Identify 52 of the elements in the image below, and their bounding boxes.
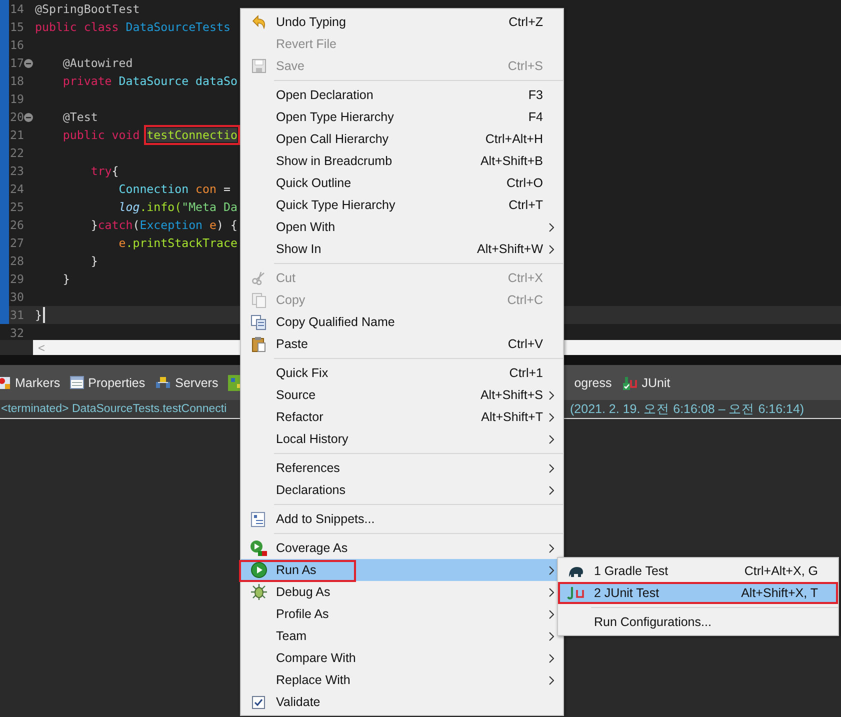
code-line: try{ bbox=[90, 164, 119, 178]
shortcut-label: Ctrl+Alt+H bbox=[485, 132, 543, 146]
line-number: 27 bbox=[9, 236, 24, 250]
line-number: 17 bbox=[9, 56, 24, 70]
line-number: 20 bbox=[9, 110, 24, 124]
line-number: 29 bbox=[9, 272, 24, 286]
shortcut-label: Ctrl+1 bbox=[509, 366, 543, 380]
line-number: 18 bbox=[9, 74, 24, 88]
code-line: } bbox=[90, 254, 98, 268]
code-line: e.printStackTrace bbox=[118, 236, 238, 250]
shortcut-label: Ctrl+C bbox=[507, 293, 543, 307]
line-number: 23 bbox=[9, 164, 24, 178]
line-number: 24 bbox=[9, 182, 24, 196]
code-line: @SpringBootTest bbox=[35, 2, 140, 16]
shortcut-label: Alt+Shift+B bbox=[480, 154, 543, 168]
line-number: 15 bbox=[9, 20, 24, 34]
code-line: @Autowired bbox=[62, 56, 133, 70]
line-number: 32 bbox=[9, 326, 24, 340]
shortcut-label: Alt+Shift+X, T bbox=[741, 586, 818, 600]
shortcut-label: Ctrl+V bbox=[508, 337, 543, 351]
line-number: 22 bbox=[9, 146, 24, 160]
shortcut-label: Ctrl+O bbox=[506, 176, 543, 190]
line-number: 16 bbox=[9, 38, 24, 52]
shortcut-label: Ctrl+T bbox=[508, 198, 543, 212]
shortcut-label: Alt+Shift+S bbox=[480, 388, 543, 402]
shortcut-label: Ctrl+S bbox=[508, 59, 543, 73]
shortcut-label: Ctrl+Alt+X, G bbox=[744, 564, 818, 578]
run-time-text: (2021. 2. 19. 오전 6:16:08 – 오전 6:16:14) bbox=[570, 400, 804, 418]
shortcut-label: F3 bbox=[528, 88, 543, 102]
shortcut-label: Ctrl+Z bbox=[508, 15, 543, 29]
code-line: log.info("Meta Da bbox=[118, 200, 238, 214]
code-line: } bbox=[35, 308, 42, 322]
code-line: public class DataSourceTests bbox=[35, 20, 230, 34]
code-line: } bbox=[62, 272, 70, 286]
shortcut-label: F4 bbox=[528, 110, 543, 124]
code-line: @Test bbox=[62, 110, 98, 124]
line-number: 19 bbox=[9, 92, 24, 106]
shortcut-label: Alt+Shift+T bbox=[481, 410, 543, 424]
shortcut-label: Ctrl+X bbox=[508, 271, 543, 285]
line-number: 21 bbox=[9, 128, 24, 142]
line-number: 25 bbox=[9, 200, 24, 214]
shortcut-label: Alt+Shift+W bbox=[477, 242, 543, 256]
line-number: 30 bbox=[9, 290, 24, 304]
code-line: private DataSource dataSo bbox=[62, 74, 238, 88]
line-number: 26 bbox=[9, 218, 24, 232]
line-number: 14 bbox=[9, 2, 24, 16]
line-number: 31 bbox=[9, 308, 24, 322]
code-line: Connection con = bbox=[118, 182, 230, 196]
code-line: }catch(Exception e) { bbox=[90, 218, 238, 232]
code-line: public void testConnectio bbox=[62, 128, 238, 142]
status-text: <terminated> DataSourceTests.testConnecti bbox=[1, 403, 228, 415]
line-number: 28 bbox=[9, 254, 24, 268]
